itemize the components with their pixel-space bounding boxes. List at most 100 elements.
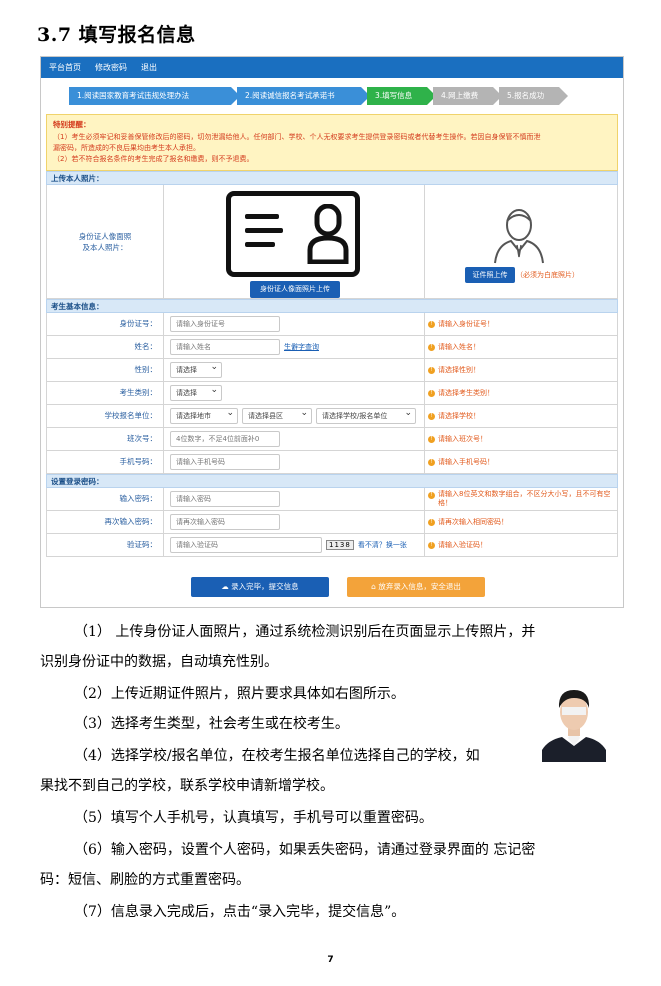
field-hint: 请再次输入相同密码！ [438, 518, 508, 526]
captcha-refresh-link[interactable]: 看不清？换一张 [358, 540, 407, 550]
form-row-id-number: 身份证号： 请输入身份证号 ! 请输入身份证号！ [46, 313, 618, 336]
photo-section-title: 上传本人照片： [46, 171, 618, 185]
field-hint: 请选择考生类别！ [438, 389, 494, 397]
id-photo-upload-button[interactable]: 身份证人像面照片上传 [250, 281, 340, 298]
name-input[interactable]: 请输入姓名 [170, 339, 280, 355]
field-label: 再次输入密码： [47, 511, 164, 533]
warning-icon: ! [428, 366, 435, 374]
form-row-name: 姓名： 请输入姓名 生僻字查询 ! 请输入姓名！ [46, 336, 618, 359]
warning-icon: ! [428, 518, 435, 526]
password-input[interactable]: 请输入密码 [170, 491, 280, 507]
paragraph-line: （5）填写个人手机号，认真填写，手机号可以重置密码。 [74, 810, 433, 826]
doc-heading: 3.7 填写报名信息 [37, 24, 196, 46]
field-label: 姓名： [47, 336, 164, 358]
field-label: 验证码： [47, 534, 164, 556]
portrait-upload-area: 证件照上传 （必须为白底照片） [425, 185, 617, 298]
notice-title: 特别提醒： [53, 120, 91, 129]
warning-icon: ! [428, 389, 435, 397]
photo-label: 身份证人像面照 及本人照片： [47, 185, 164, 298]
person-silhouette-icon [494, 209, 544, 264]
notice-line: 漏密码，所造成的不良后果均由考生本人承担。 [53, 144, 200, 152]
field-label: 学校报名单位： [47, 405, 164, 427]
field-label: 手机号码： [47, 451, 164, 473]
warning-icon: ! [428, 435, 435, 443]
field-hint: 请输入身份证号！ [438, 320, 494, 328]
paragraph-line: （1） 上传身份证人面照片，通过系统检测识别后在页面显示上传照片，并 [74, 624, 536, 640]
page-number: 7 [327, 955, 334, 965]
city-select[interactable]: 请选择地市 [170, 406, 238, 424]
gender-select[interactable]: 请选择 [170, 360, 222, 378]
form-row-password-confirm: 再次输入密码： 请再次输入密码 ! 请再次输入相同密码！ [46, 511, 618, 534]
password-confirm-input[interactable]: 请再次输入密码 [170, 514, 280, 530]
notice-line: （1）考生必须牢记和妥善保管修改后的密码，切勿泄漏给他人。任何部门、学校、个人无… [53, 133, 541, 141]
form-actions: ☁ 录入完毕，提交信息 ⌂ 放弃录入信息，安全退出 [191, 577, 485, 597]
form-row-phone: 手机号码： 请输入手机号码 ! 请输入手机号码！ [46, 451, 618, 474]
notice-line: （2）若不符合报名条件的考生完成了报名和缴费，则不予退费。 [53, 155, 254, 163]
login-form: 输入密码： 请输入密码 ! 请输入8位英文和数字组合，不区分大小写，且不可有空格！… [46, 488, 618, 557]
field-label: 性别： [47, 359, 164, 381]
form-row-gender: 性别： 请选择 !请选择性别！ [46, 359, 618, 382]
form-row-class-number: 班次号： 4位数字，不足4位前面补0 ! 请输入班次号！ [46, 428, 618, 451]
field-hint: 请输入姓名！ [438, 343, 480, 351]
nav-home[interactable]: 平台首页 [49, 62, 81, 73]
photo-label-line: 身份证人像面照 [78, 231, 132, 241]
step-5: 5.报名成功 [499, 87, 568, 105]
step-4: 4.网上缴费 [433, 87, 502, 105]
paragraph-line: （7）信息录入完成后，点击“录入完毕，提交信息”。 [74, 904, 406, 920]
rare-char-lookup-link[interactable]: 生僻字查询 [284, 342, 319, 352]
field-label: 班次号： [47, 428, 164, 450]
registration-screenshot: 平台首页 修改密码 退出 1.阅读国家教育考试违规处理办法 2.阅读诚信报名考试… [40, 56, 624, 608]
paragraph-line: （3）选择考生类型，社会考生或在校考生。 [74, 716, 349, 732]
photo-label-line: 及本人照片： [82, 242, 128, 252]
field-hint: 请输入手机号码！ [438, 458, 494, 466]
form-row-candidate-type: 考生类别： 请选择 !请选择考生类别！ [46, 382, 618, 405]
field-hint: 请输入班次号！ [438, 435, 487, 443]
field-label: 考生类别： [47, 382, 164, 404]
warning-icon: ! [428, 541, 435, 549]
step-3: 3.填写信息 [367, 87, 436, 105]
paragraph-line: 识别身份证中的数据，自动填充性别。 [40, 654, 278, 670]
login-section-title: 设置登录密码： [46, 474, 618, 488]
portrait-note: （必须为白底照片） [516, 271, 579, 279]
exit-button[interactable]: ⌂ 放弃录入信息，安全退出 [347, 577, 485, 597]
nav-change-password[interactable]: 修改密码 [95, 62, 127, 73]
paragraph-line: （4）选择学校/报名单位，在校考生报名单位选择自己的学校，如 [74, 748, 480, 764]
paragraph-line: 码：短信、刷脸的方式重置密码。 [40, 872, 250, 888]
step-progress: 1.阅读国家教育考试违规处理办法 2.阅读诚信报名考试承诺书 3.填写信息 4.… [41, 78, 623, 114]
photo-row: 身份证人像面照 及本人照片： 身份证人像面照片上传 证件照上传 （必须为白底照片… [46, 185, 618, 299]
basic-info-form: 身份证号： 请输入身份证号 ! 请输入身份证号！ 姓名： 请输入姓名 生僻字查询 !… [46, 313, 618, 474]
id-number-input[interactable]: 请输入身份证号 [170, 316, 280, 332]
field-hint: 请输入8位英文和数字组合，不区分大小写，且不可有空格！ [438, 490, 611, 507]
special-notice: 特别提醒： （1）考生必须牢记和妥善保管修改后的密码，切勿泄漏给他人。任何部门、… [46, 114, 618, 171]
county-select[interactable]: 请选择县区 [242, 406, 312, 424]
candidate-type-select[interactable]: 请选择 [170, 383, 222, 401]
id-card-upload-area: 身份证人像面照片上传 [164, 185, 425, 298]
sample-portrait-photo [542, 680, 606, 762]
form-row-school: 学校报名单位： 请选择地市 请选择县区 请选择学校/报名单位 !请选择学校！ [46, 405, 618, 428]
field-hint: 请选择性别！ [438, 366, 480, 374]
nav-logout[interactable]: 退出 [141, 62, 157, 73]
step-1: 1.阅读国家教育考试违规处理办法 [69, 87, 240, 105]
id-card-icon [226, 191, 360, 277]
captcha-image[interactable]: 1138 [326, 540, 354, 550]
top-nav: 平台首页 修改密码 退出 [41, 57, 623, 78]
warning-icon: ! [428, 412, 435, 420]
field-hint: 请输入验证码！ [438, 541, 487, 549]
class-number-input[interactable]: 4位数字，不足4位前面补0 [170, 431, 280, 447]
paragraph-line: （6）输入密码，设置个人密码，如果丢失密码，请通过登录界面的 忘记密 [74, 842, 536, 858]
warning-icon: ! [428, 458, 435, 466]
form-row-captcha: 验证码： 请输入验证码 1138 看不清？换一张 ! 请输入验证码！ [46, 534, 618, 557]
paragraph-line: （2）上传近期证件照片，照片要求具体如右图所示。 [74, 686, 405, 702]
basic-info-section-title: 考生基本信息： [46, 299, 618, 313]
form-row-password: 输入密码： 请输入密码 ! 请输入8位英文和数字组合，不区分大小写，且不可有空格！ [46, 488, 618, 511]
submit-button[interactable]: ☁ 录入完毕，提交信息 [191, 577, 329, 597]
warning-icon: ! [428, 343, 435, 351]
step-2: 2.阅读诚信报名考试承诺书 [237, 87, 370, 105]
school-select[interactable]: 请选择学校/报名单位 [316, 406, 416, 424]
warning-icon: ! [428, 492, 435, 499]
paragraph-line: 果找不到自己的学校，联系学校申请新增学校。 [40, 778, 334, 794]
portrait-upload-button[interactable]: 证件照上传 [465, 267, 515, 283]
captcha-input[interactable]: 请输入验证码 [170, 537, 322, 553]
phone-input[interactable]: 请输入手机号码 [170, 454, 280, 470]
field-label: 输入密码： [47, 488, 164, 510]
